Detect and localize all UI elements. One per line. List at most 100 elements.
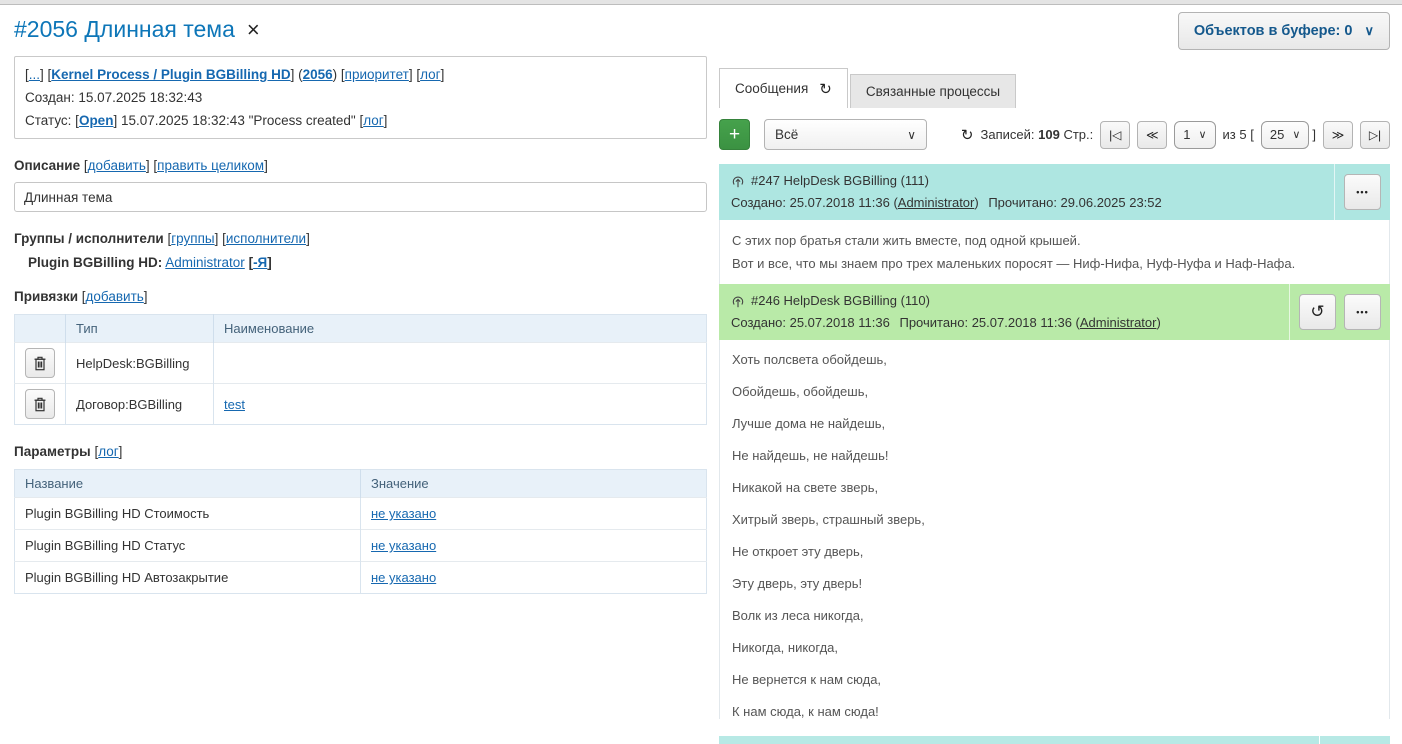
created-label: ) (974, 195, 978, 210)
message-header-partial[interactable] (719, 736, 1390, 744)
param-name: Plugin BGBilling HD Статус (15, 530, 361, 562)
process-info-line: [...] [Kernel Process / Plugin BGBilling… (25, 63, 696, 86)
ellipsis-icon: ••• (1356, 187, 1368, 197)
delete-binding-button[interactable] (25, 389, 55, 419)
message-line: Волк из леса никогда, (732, 608, 1377, 623)
page-of-label: из 5 [ (1223, 127, 1254, 142)
binding-name-link[interactable]: test (224, 397, 245, 412)
binding-type: HelpDesk:BGBilling (66, 343, 214, 384)
message-id: #246 HelpDesk BGBilling (110) (751, 290, 930, 312)
params-heading: Параметры [лог] (14, 444, 707, 459)
prev-page-icon: ≪ (1146, 128, 1159, 142)
message-line: Не откроет эту дверь, (732, 544, 1377, 559)
message-filter-select[interactable]: Всё ∨ (764, 119, 927, 150)
message-header[interactable]: #246 HelpDesk BGBilling (110) Создано: 2… (719, 284, 1390, 340)
ellipsis-icon: ••• (1356, 307, 1368, 317)
message-body: Хоть полсвета обойдешь, Обойдешь, обойде… (719, 340, 1390, 719)
params-table: Название Значение Plugin BGBilling HD Ст… (14, 469, 707, 594)
message-header-partial-left (719, 736, 1319, 744)
page-size-select[interactable]: 25 ∨ (1261, 121, 1310, 149)
reply-icon: ↺ (1310, 302, 1324, 322)
buffer-button[interactable]: Объектов в буфере: 0 ∨ (1178, 12, 1390, 50)
trash-icon (33, 397, 47, 412)
page-title-row: #2056 Длинная тема × (14, 16, 707, 43)
refresh-icon[interactable]: ↻ (819, 80, 832, 98)
records-label: Записей: 109 Стр.: (981, 127, 1094, 142)
first-page-button[interactable]: |◁ (1100, 121, 1130, 149)
bracket: ] (441, 67, 445, 82)
log-link[interactable]: лог (420, 67, 440, 82)
status-log-link[interactable]: лог (363, 113, 383, 128)
message-line: Не найдешь, не найдешь! (732, 448, 1377, 463)
message-line: Лучше дома не найдешь, (732, 416, 1377, 431)
params-log-link[interactable]: лог (98, 444, 118, 459)
status-text: Статус: [ (25, 113, 79, 128)
created-label: Создано: 25.07.2018 11:36 (731, 315, 890, 330)
messages-toolbar: + Всё ∨ ↻ Записей: 109 Стр.: |◁ ≪ 1 ∨ из… (719, 119, 1390, 150)
more-actions-button[interactable]: ••• (1344, 294, 1381, 330)
bindings-col-actions (15, 315, 66, 343)
description-input[interactable] (14, 182, 707, 212)
bracket: ] [ (409, 67, 420, 82)
params-col-value: Значение (361, 470, 707, 498)
description-add-link[interactable]: добавить (88, 158, 146, 173)
message-list: #247 HelpDesk BGBilling (111) Создано: 2… (719, 164, 1390, 744)
reply-button[interactable]: ↺ (1299, 294, 1336, 330)
tab-messages[interactable]: Сообщения ↻ (719, 68, 848, 108)
read-label: Прочитано: 29.06.2025 23:52 (988, 195, 1161, 210)
message-line: Никогда, никогда, (732, 640, 1377, 655)
process-type-link[interactable]: Kernel Process / Plugin BGBilling HD (51, 67, 290, 82)
add-message-button[interactable]: + (719, 119, 750, 150)
groups-link[interactable]: группы (171, 231, 214, 246)
remove-me-link[interactable]: -Я (253, 255, 267, 270)
bracket: ] (119, 444, 123, 459)
process-id-link[interactable]: 2056 (303, 67, 333, 82)
bindings-add-link[interactable]: добавить (86, 289, 144, 304)
author-link[interactable]: Administrator (1080, 315, 1157, 330)
bracket: ] (264, 158, 268, 173)
message-line: Эту дверь, эту дверь! (732, 576, 1377, 591)
dots-link[interactable]: ... (29, 67, 40, 82)
executor-link[interactable]: Administrator (165, 255, 245, 270)
delete-binding-button[interactable] (25, 348, 55, 378)
bindings-col-type: Тип (66, 315, 214, 343)
more-actions-button[interactable]: ••• (1344, 174, 1381, 210)
next-page-button[interactable]: ≫ (1323, 121, 1353, 149)
close-icon[interactable]: × (247, 19, 260, 41)
tab-related-processes[interactable]: Связанные процессы (850, 74, 1016, 108)
description-heading-label: Описание (14, 158, 80, 173)
refresh-icon[interactable]: ↻ (961, 126, 974, 144)
message-meta: #246 HelpDesk BGBilling (110) Создано: 2… (719, 284, 1289, 340)
priority-link[interactable]: приоритет (345, 67, 409, 82)
chevron-down-icon: ∨ (1198, 128, 1206, 141)
message-header[interactable]: #247 HelpDesk BGBilling (111) Создано: 2… (719, 164, 1390, 220)
executors-link[interactable]: исполнители (226, 231, 306, 246)
page-size-value: 25 (1270, 127, 1284, 142)
param-value-link[interactable]: не указано (371, 506, 436, 521)
page-number-select[interactable]: 1 ∨ (1174, 121, 1215, 149)
tabbar: Сообщения ↻ Связанные процессы (719, 68, 1016, 108)
group-name: Plugin BGBilling HD: (28, 255, 162, 270)
description-edit-link[interactable]: править целиком (157, 158, 264, 173)
param-value-link[interactable]: не указано (371, 570, 436, 585)
param-value-link[interactable]: не указано (371, 538, 436, 553)
message-line: К нам сюда, к нам сюда! (732, 704, 1377, 719)
status-open-link[interactable]: Open (79, 113, 114, 128)
groups-heading-label: Группы / исполнители (14, 231, 164, 246)
last-page-button[interactable]: ▷| (1360, 121, 1390, 149)
message-dates: Создано: 25.07.2018 11:36 (Administrator… (731, 192, 1322, 214)
prev-page-button[interactable]: ≪ (1137, 121, 1167, 149)
chevron-down-icon: ∨ (1292, 128, 1300, 141)
bindings-heading: Привязки [добавить] (14, 289, 707, 304)
message-line: Обойдешь, обойдешь, (732, 384, 1377, 399)
trash-icon (33, 356, 47, 371)
bindings-table: Тип Наименование HelpDesk:BGBilling Дого… (14, 314, 707, 425)
message-line: Хоть полсвета обойдешь, (732, 352, 1377, 367)
table-row: HelpDesk:BGBilling (15, 343, 707, 384)
message-status-icon (731, 174, 745, 188)
table-row: Plugin BGBilling HD Автозакрытие не указ… (15, 562, 707, 594)
author-link[interactable]: Administrator (898, 195, 975, 210)
process-info-box: [...] [Kernel Process / Plugin BGBilling… (14, 56, 707, 139)
message-id: #247 HelpDesk BGBilling (111) (751, 170, 929, 192)
group-executor-row: Plugin BGBilling HD: Administrator [-Я] (14, 255, 707, 270)
